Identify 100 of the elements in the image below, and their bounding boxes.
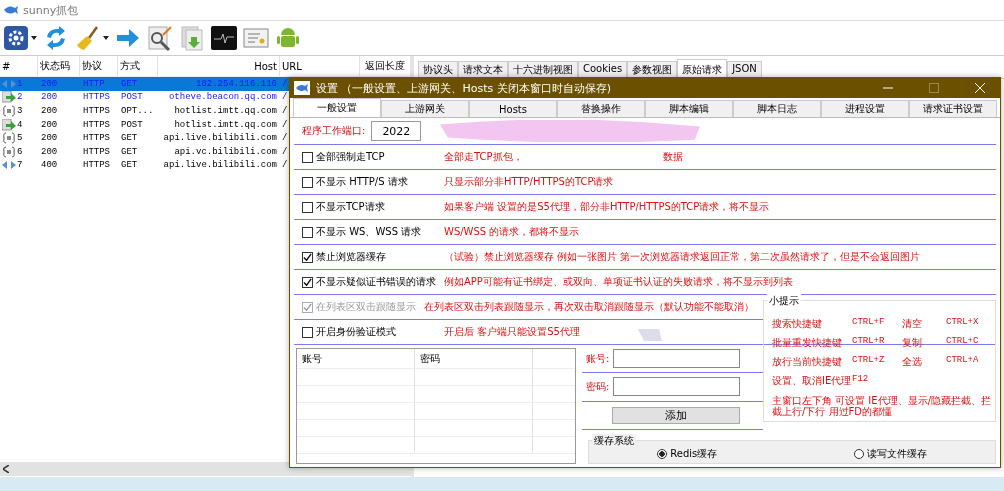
- request-row[interactable]: 6 200 HTTPS GET api.vc.bilibili.com /: [0, 144, 289, 159]
- column-header[interactable]: 状态码: [38, 56, 80, 76]
- settings-tab[interactable]: 一般设置: [293, 98, 381, 117]
- option-description: 全部走TCP抓包，: [444, 150, 523, 164]
- column-header[interactable]: 密码: [415, 349, 533, 368]
- cache-radio[interactable]: 读写文件缓存: [853, 447, 927, 461]
- inspect-icon[interactable]: [147, 25, 173, 51]
- maximize-icon: [929, 83, 939, 93]
- option-description: 例如APP可能有证书绑定、或双向、单项证书认证的失败请求，将不显示到列表: [444, 275, 793, 289]
- option-checkbox[interactable]: 不显示 WS、WSS 请求: [302, 225, 444, 239]
- table-cell-text: /: [281, 106, 289, 116]
- broom-icon[interactable]: [75, 25, 101, 51]
- row-number: 1: [17, 78, 23, 89]
- settings-tab[interactable]: 脚本日志: [733, 100, 821, 117]
- scroll-left-icon[interactable]: [3, 465, 9, 473]
- column-header[interactable]: URL: [280, 56, 360, 76]
- shortcut-text: 设置、取消IE代理: [772, 374, 852, 388]
- window-title: sunny抓包: [23, 2, 79, 18]
- fish-logo-icon: [3, 4, 19, 16]
- settings-tab[interactable]: 上游网关: [381, 100, 469, 117]
- settings-tab[interactable]: 请求证书设置: [909, 100, 997, 117]
- shortcut-text: 复制: [902, 336, 923, 350]
- row-number: 6: [17, 146, 23, 157]
- double-arrow-icon: [2, 160, 16, 171]
- shortcut-text: 放行当前快捷键: [772, 355, 843, 369]
- table-cell-text: OPT...: [120, 106, 155, 116]
- add-button[interactable]: 添加: [612, 406, 740, 424]
- column-header[interactable]: 返回长度: [360, 56, 411, 76]
- table-cell-text: 182.254.116.116: [195, 78, 278, 89]
- checkmark-icon: [303, 277, 312, 287]
- option-checkbox[interactable]: 不显示TCP请求: [302, 200, 444, 214]
- table-cell-text: HTTPS: [82, 160, 111, 171]
- row-number: 2: [17, 92, 23, 103]
- column-header[interactable]: Host: [158, 56, 280, 76]
- settings-tab[interactable]: 脚本编辑: [645, 100, 733, 117]
- table-cell-text: /: [281, 78, 289, 89]
- request-row[interactable]: 5 200 HTTPS GET api.live.bilibili.com /: [0, 131, 289, 145]
- table-cell-text: POST: [120, 92, 144, 103]
- request-row[interactable]: 7 400 HTTPS GET api.live.bilibili.com /: [0, 158, 289, 173]
- monitor-icon[interactable]: [211, 25, 237, 51]
- port-field[interactable]: 2022: [371, 121, 422, 141]
- dialog-title: 设置 （一般设置、上游网关、Hosts 关闭本窗口时自动保存): [316, 80, 613, 96]
- table-cell-text: 200: [40, 133, 59, 144]
- password-field[interactable]: [613, 377, 741, 397]
- column-header[interactable]: 账号: [297, 349, 415, 368]
- option-description: 数据: [662, 150, 683, 164]
- close-icon[interactable]: [975, 83, 985, 93]
- checkmark-icon: [303, 302, 312, 312]
- caret-icon[interactable]: [103, 36, 109, 40]
- redaction-blur: [635, 329, 665, 341]
- fish-logo-icon: [294, 81, 310, 95]
- table-cell-text: 200: [40, 78, 59, 89]
- option-description: 如果客户端 设置的是S5代理，部分非HTTP/HTTPS的TCP请求，将不显示: [444, 200, 770, 214]
- option-checkbox[interactable]: 禁止浏览器缓存: [302, 250, 444, 264]
- option-checkbox[interactable]: 开启身份验证模式: [302, 325, 444, 339]
- cache-title: 缓存系统: [592, 434, 636, 448]
- column-header[interactable]: 方式: [118, 56, 158, 76]
- table-cell-text: api.live.bilibili.com: [162, 133, 278, 144]
- table-cell-text: GET: [120, 160, 139, 171]
- upload-document-icon: [2, 118, 16, 131]
- checkmark-icon: [303, 252, 312, 262]
- tips-note: 主窗口左下角 可设置 IE代理、显示/隐藏拦截、拦截上行/下行 用过FD的都懂: [772, 396, 991, 417]
- option-checkbox[interactable]: 全部强制走TCP: [302, 150, 444, 164]
- braces-icon: [2, 132, 16, 145]
- option-description: WS/WSS 的请求，都将不显示: [444, 225, 580, 239]
- settings-tab[interactable]: 替换操作: [557, 100, 645, 117]
- request-row[interactable]: 3 200 HTTPS OPT... hotlist.imtt.qq.com /: [0, 104, 289, 118]
- request-row[interactable]: 4 200 HTTPS POST hotlist.imtt.qq.com /: [0, 117, 289, 132]
- option-description: 在列表区双击列表跟随显示，再次双击取消跟随显示（默认功能不能取消）: [424, 300, 754, 314]
- column-header[interactable]: 协议: [80, 56, 118, 76]
- table-cell-text: GET: [120, 146, 139, 157]
- account-field[interactable]: [613, 349, 741, 369]
- option-description: （试验）禁止浏览器缓存 例如一张图片 第一次浏览器请求返回正常，第二次虽然请求了，但是不会返回图片: [444, 250, 921, 264]
- option-checkbox[interactable]: 不显示 HTTP/S 请求: [302, 175, 444, 189]
- option-description: 开启后 客户端只能设置S5代理: [444, 325, 580, 339]
- table-cell-text: HTTPS: [82, 106, 111, 116]
- shortcut-text: CTRL+Z: [852, 355, 886, 367]
- account-label: 账号:: [586, 351, 610, 366]
- shortcut-text: CTRL+A: [946, 355, 980, 367]
- option-checkbox[interactable]: 不显示疑似证书错误的请求: [302, 275, 444, 289]
- cache-radio[interactable]: Redis缓存: [657, 447, 718, 461]
- column-header[interactable]: #: [0, 56, 38, 76]
- double-arrow-icon: [2, 78, 16, 89]
- gear-icon[interactable]: [3, 25, 29, 51]
- table-cell-text: hotlist.imtt.qq.com: [173, 119, 278, 130]
- table-cell-text: 400: [40, 160, 59, 171]
- table-cell-text: api.vc.bilibili.com: [173, 146, 278, 157]
- settings-tab[interactable]: Hosts: [469, 100, 557, 117]
- table-cell-text: HTTP: [82, 78, 106, 89]
- request-row[interactable]: 2 200 HTTPS POST otheve.beacon.qq.com /: [0, 90, 289, 105]
- table-cell-text: /: [281, 92, 289, 103]
- caret-icon[interactable]: [31, 36, 37, 40]
- shortcut-text: 全选: [902, 355, 923, 369]
- shortcut-text: 批量重发快捷键: [772, 336, 843, 350]
- shortcut-text: 搜索快捷键: [772, 317, 823, 331]
- settings-tab[interactable]: 进程设置: [821, 100, 909, 117]
- table-cell-text: api.live.bilibili.com: [162, 160, 278, 171]
- download-document-icon[interactable]: [179, 25, 205, 51]
- shortcut-text: CTRL+X: [946, 317, 980, 329]
- shortcut-text: CTRL+F: [852, 317, 886, 329]
